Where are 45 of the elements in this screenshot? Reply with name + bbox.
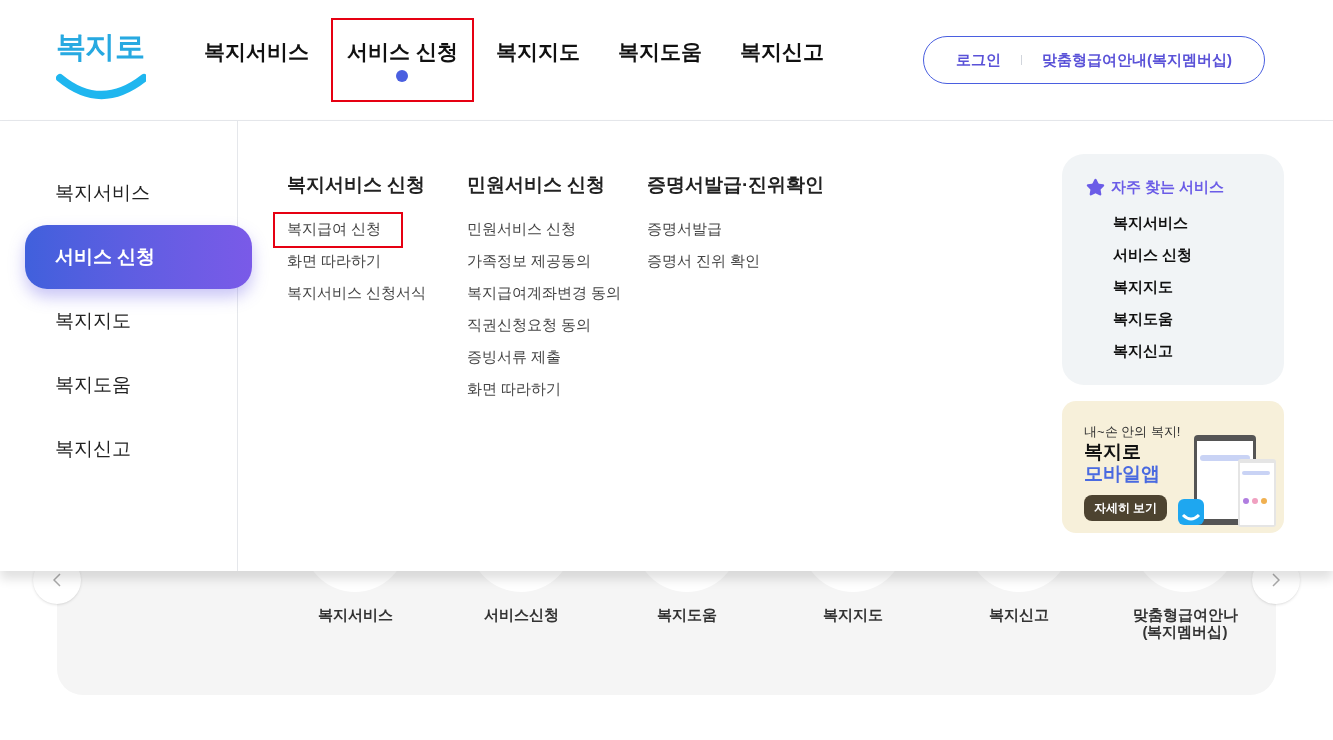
account-link[interactable]: 로그인 [956,48,1001,72]
submenu-link[interactable]: 가족정보 제공동의 [467,245,592,278]
favorite-link[interactable]: 복지신고 [1086,334,1284,367]
favorite-link[interactable]: 복지지도 [1086,270,1284,303]
column-title: 증명서발급·진위확인 [647,173,826,197]
nav-tab[interactable]: 복지신고 [725,20,838,100]
submenu-link[interactable]: 복지급여계좌변경 동의 [467,277,622,310]
chevron-left-icon [53,573,61,587]
side-menu-item[interactable]: 서비스 신청 [25,225,252,289]
side-menu-item[interactable]: 복지신고 [25,417,252,481]
submenu-link[interactable]: 복지급여 신청 [275,213,402,246]
service-label[interactable]: 복지도움 [657,606,717,623]
account-link[interactable]: 맞춤형급여안내(복지멤버십) [1042,48,1232,72]
submenu-link[interactable]: 직권신청요청 동의 [467,309,592,342]
nav-tab[interactable]: 서비스 신청 [333,20,472,100]
favorite-link[interactable]: 복지도움 [1086,302,1284,335]
column-title: 복지서비스 신청 [287,173,427,197]
star-icon [1086,177,1105,197]
service-label[interactable]: 서비스신청 [483,606,559,623]
submenu-link[interactable]: 증명서 진위 확인 [647,245,761,278]
favorite-link[interactable]: 복지서비스 [1086,206,1284,239]
service-label[interactable]: 복지지도 [823,606,883,623]
banner-subtitle: 모바일앱 [1084,463,1161,485]
nav-tab[interactable]: 복지서비스 [190,20,323,100]
banner-tagline: 내~손 안의 복지! [1084,423,1182,441]
nav-tab[interactable]: 복지도움 [603,20,716,100]
submenu-link[interactable]: 증명서발급 [647,213,722,246]
favorites-title: 자주 찾는 서비스 [1111,177,1225,197]
service-label[interactable]: 복지신고 [989,606,1049,623]
side-menu-item[interactable]: 복지지도 [25,289,252,353]
submenu-link[interactable]: 화면 따라하기 [467,373,562,406]
banner-title: 복지로 [1084,441,1142,463]
service-label[interactable]: 복지서비스 [317,606,393,623]
favorite-link[interactable]: 서비스 신청 [1086,238,1284,271]
side-menu-item[interactable]: 복지서비스 [25,161,252,225]
service-label[interactable]: 맞춤형급여안나 (복지멤버십) [1132,606,1238,640]
submenu-link[interactable]: 민원서비스 신청 [467,213,577,246]
submenu-link[interactable]: 화면 따라하기 [287,245,382,278]
nav-tab[interactable]: 복지지도 [481,20,594,100]
submenu-link[interactable]: 증빙서류 제출 [467,341,562,374]
chevron-right-icon [1272,573,1280,587]
column-title: 민원서비스 신청 [467,173,607,197]
submenu-link[interactable]: 복지서비스 신청서식 [287,277,427,310]
side-menu-item[interactable]: 복지도움 [25,353,252,417]
details-button[interactable]: 자세히 보기 [1084,495,1168,521]
